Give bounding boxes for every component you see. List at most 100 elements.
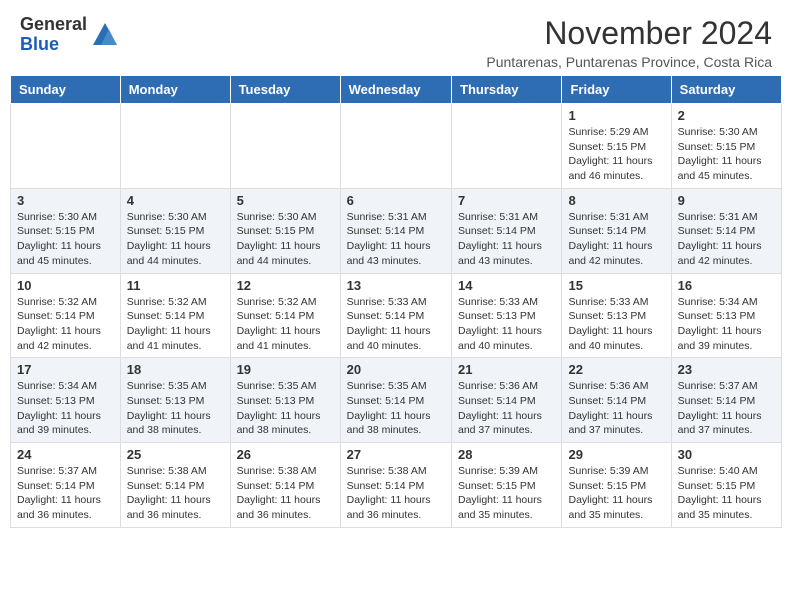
- calendar-cell: 19 Sunrise: 5:35 AM Sunset: 5:13 PM Dayli…: [230, 358, 340, 443]
- calendar-cell: 28Sunrise: 5:39 AM Sunset: 5:15 PM Dayli…: [452, 443, 562, 528]
- day-number: 5: [237, 193, 334, 208]
- day-info: Sunrise: 5:34 AM Sunset: 5:13 PM Dayligh…: [678, 295, 775, 354]
- calendar-cell: 29 Sunrise: 5:39 AM Sunset: 5:15 PM Dayli…: [562, 443, 671, 528]
- day-number: 2: [678, 108, 775, 123]
- calendar-cell: 18Sunrise: 5:35 AM Sunset: 5:13 PM Dayli…: [120, 358, 230, 443]
- calendar-cell: 13 Sunrise: 5:33 AM Sunset: 5:14 PM Dayli…: [340, 273, 451, 358]
- day-info: Sunrise: 5:33 AM Sunset: 5:13 PM Dayligh…: [458, 295, 555, 354]
- calendar-header: Sunday Monday Tuesday Wednesday Thursday…: [11, 76, 782, 104]
- col-tuesday: Tuesday: [230, 76, 340, 104]
- day-number: 14: [458, 278, 555, 293]
- calendar-cell: 4 Sunrise: 5:30 AM Sunset: 5:15 PM Daylig…: [120, 188, 230, 273]
- day-info: Sunrise: 5:37 AM Sunset: 5:14 PM Dayligh…: [678, 379, 775, 438]
- day-info: Sunrise: 5:38 AM Sunset: 5:14 PM Dayligh…: [237, 464, 334, 523]
- calendar-cell: 22 Sunrise: 5:36 AM Sunset: 5:14 PM Dayli…: [562, 358, 671, 443]
- calendar-cell: 20 Sunrise: 5:35 AM Sunset: 5:14 PM Dayli…: [340, 358, 451, 443]
- calendar-cell: 15 Sunrise: 5:33 AM Sunset: 5:13 PM Dayli…: [562, 273, 671, 358]
- day-info: Sunrise: 5:38 AM Sunset: 5:14 PM Dayligh…: [127, 464, 224, 523]
- day-info: Sunrise: 5:30 AM Sunset: 5:15 PM Dayligh…: [17, 210, 114, 269]
- day-number: 24: [17, 447, 114, 462]
- calendar-cell: 25 Sunrise: 5:38 AM Sunset: 5:14 PM Dayli…: [120, 443, 230, 528]
- day-number: 7: [458, 193, 555, 208]
- calendar-body: 1Sunrise: 5:29 AM Sunset: 5:15 PM Daylig…: [11, 104, 782, 528]
- day-number: 17: [17, 362, 114, 377]
- day-info: Sunrise: 5:39 AM Sunset: 5:15 PM Dayligh…: [568, 464, 664, 523]
- day-info: Sunrise: 5:35 AM Sunset: 5:13 PM Dayligh…: [237, 379, 334, 438]
- calendar-cell: 3 Sunrise: 5:30 AM Sunset: 5:15 PM Daylig…: [11, 188, 121, 273]
- day-number: 27: [347, 447, 445, 462]
- calendar-cell: 27Sunrise: 5:38 AM Sunset: 5:14 PM Dayli…: [340, 443, 451, 528]
- day-number: 3: [17, 193, 114, 208]
- calendar-wrapper: Sunday Monday Tuesday Wednesday Thursday…: [0, 75, 792, 538]
- header-row: Sunday Monday Tuesday Wednesday Thursday…: [11, 76, 782, 104]
- calendar-cell: 8 Sunrise: 5:31 AM Sunset: 5:14 PM Daylig…: [562, 188, 671, 273]
- calendar-cell: 12 Sunrise: 5:32 AM Sunset: 5:14 PM Dayli…: [230, 273, 340, 358]
- day-number: 26: [237, 447, 334, 462]
- calendar-cell: 9Sunrise: 5:31 AM Sunset: 5:14 PM Daylig…: [671, 188, 781, 273]
- logo-icon: [91, 21, 119, 49]
- day-info: Sunrise: 5:31 AM Sunset: 5:14 PM Dayligh…: [458, 210, 555, 269]
- calendar-cell: [452, 104, 562, 189]
- day-number: 4: [127, 193, 224, 208]
- day-number: 25: [127, 447, 224, 462]
- day-info: Sunrise: 5:30 AM Sunset: 5:15 PM Dayligh…: [678, 125, 775, 184]
- col-monday: Monday: [120, 76, 230, 104]
- calendar-week-row: 3 Sunrise: 5:30 AM Sunset: 5:15 PM Daylig…: [11, 188, 782, 273]
- day-number: 18: [127, 362, 224, 377]
- day-info: Sunrise: 5:35 AM Sunset: 5:14 PM Dayligh…: [347, 379, 445, 438]
- day-number: 21: [458, 362, 555, 377]
- day-number: 10: [17, 278, 114, 293]
- calendar-cell: 24 Sunrise: 5:37 AM Sunset: 5:14 PM Dayli…: [11, 443, 121, 528]
- page-header: General Blue November 2024 Puntarenas, P…: [0, 0, 792, 75]
- day-info: Sunrise: 5:31 AM Sunset: 5:14 PM Dayligh…: [568, 210, 664, 269]
- location-subtitle: Puntarenas, Puntarenas Province, Costa R…: [486, 54, 772, 70]
- calendar-week-row: 10 Sunrise: 5:32 AM Sunset: 5:14 PM Dayli…: [11, 273, 782, 358]
- day-info: Sunrise: 5:31 AM Sunset: 5:14 PM Dayligh…: [347, 210, 445, 269]
- calendar-cell: 23 Sunrise: 5:37 AM Sunset: 5:14 PM Dayli…: [671, 358, 781, 443]
- day-info: Sunrise: 5:37 AM Sunset: 5:14 PM Dayligh…: [17, 464, 114, 523]
- calendar-week-row: 17 Sunrise: 5:34 AM Sunset: 5:13 PM Dayli…: [11, 358, 782, 443]
- calendar-cell: 30 Sunrise: 5:40 AM Sunset: 5:15 PM Dayli…: [671, 443, 781, 528]
- day-number: 16: [678, 278, 775, 293]
- col-saturday: Saturday: [671, 76, 781, 104]
- day-info: Sunrise: 5:34 AM Sunset: 5:13 PM Dayligh…: [17, 379, 114, 438]
- day-number: 12: [237, 278, 334, 293]
- calendar-cell: [340, 104, 451, 189]
- col-sunday: Sunday: [11, 76, 121, 104]
- day-info: Sunrise: 5:32 AM Sunset: 5:14 PM Dayligh…: [17, 295, 114, 354]
- day-number: 22: [568, 362, 664, 377]
- day-number: 23: [678, 362, 775, 377]
- month-title: November 2024: [486, 15, 772, 52]
- calendar-cell: 16 Sunrise: 5:34 AM Sunset: 5:13 PM Dayli…: [671, 273, 781, 358]
- calendar-week-row: 24 Sunrise: 5:37 AM Sunset: 5:14 PM Dayli…: [11, 443, 782, 528]
- title-section: November 2024 Puntarenas, Puntarenas Pro…: [486, 15, 772, 70]
- calendar-cell: 11Sunrise: 5:32 AM Sunset: 5:14 PM Dayli…: [120, 273, 230, 358]
- logo-blue-text: Blue: [20, 35, 87, 55]
- calendar-cell: [230, 104, 340, 189]
- day-number: 30: [678, 447, 775, 462]
- calendar-cell: [120, 104, 230, 189]
- day-info: Sunrise: 5:36 AM Sunset: 5:14 PM Dayligh…: [568, 379, 664, 438]
- day-info: Sunrise: 5:40 AM Sunset: 5:15 PM Dayligh…: [678, 464, 775, 523]
- day-info: Sunrise: 5:33 AM Sunset: 5:14 PM Dayligh…: [347, 295, 445, 354]
- day-info: Sunrise: 5:29 AM Sunset: 5:15 PM Dayligh…: [568, 125, 664, 184]
- calendar-cell: 14 Sunrise: 5:33 AM Sunset: 5:13 PM Dayli…: [452, 273, 562, 358]
- day-info: Sunrise: 5:31 AM Sunset: 5:14 PM Dayligh…: [678, 210, 775, 269]
- day-number: 6: [347, 193, 445, 208]
- calendar-cell: 2 Sunrise: 5:30 AM Sunset: 5:15 PM Daylig…: [671, 104, 781, 189]
- calendar-week-row: 1Sunrise: 5:29 AM Sunset: 5:15 PM Daylig…: [11, 104, 782, 189]
- day-info: Sunrise: 5:39 AM Sunset: 5:15 PM Dayligh…: [458, 464, 555, 523]
- day-info: Sunrise: 5:30 AM Sunset: 5:15 PM Dayligh…: [127, 210, 224, 269]
- day-number: 13: [347, 278, 445, 293]
- logo-general-text: General: [20, 15, 87, 35]
- day-info: Sunrise: 5:32 AM Sunset: 5:14 PM Dayligh…: [237, 295, 334, 354]
- calendar-cell: 17 Sunrise: 5:34 AM Sunset: 5:13 PM Dayli…: [11, 358, 121, 443]
- calendar-cell: 6 Sunrise: 5:31 AM Sunset: 5:14 PM Daylig…: [340, 188, 451, 273]
- day-info: Sunrise: 5:33 AM Sunset: 5:13 PM Dayligh…: [568, 295, 664, 354]
- day-number: 19: [237, 362, 334, 377]
- day-info: Sunrise: 5:30 AM Sunset: 5:15 PM Dayligh…: [237, 210, 334, 269]
- day-number: 15: [568, 278, 664, 293]
- day-number: 8: [568, 193, 664, 208]
- day-number: 20: [347, 362, 445, 377]
- day-number: 29: [568, 447, 664, 462]
